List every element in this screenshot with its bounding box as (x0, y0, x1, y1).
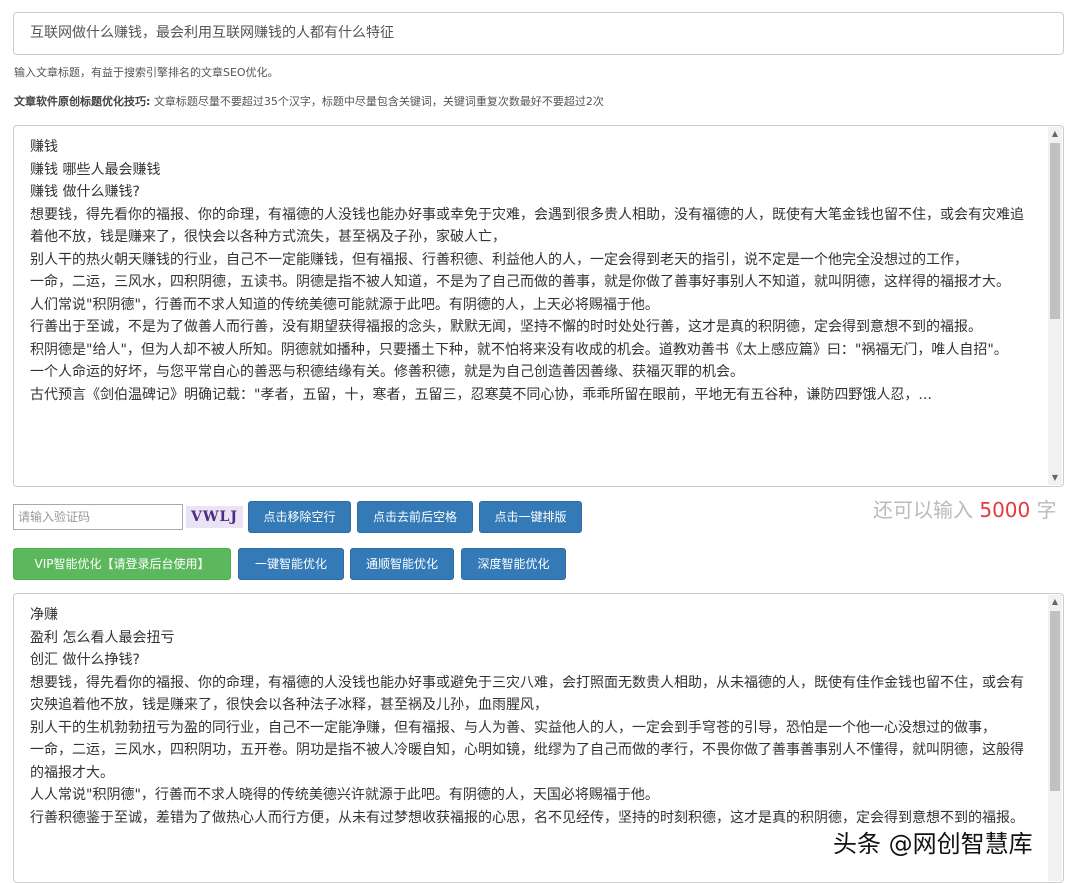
fluent-optimize-button[interactable]: 通顺智能优化 (350, 548, 454, 580)
counter-prefix: 还可以输入 (873, 498, 973, 522)
scroll-up-arrow-icon[interactable]: ▲ (1048, 127, 1062, 141)
text-line: 人人常说"积阴德"，行善而不求人晓得的传统美德兴许就源于此吧。有阴德的人，天国必… (30, 787, 659, 803)
text-line: 赚钱 (30, 139, 58, 155)
source-scrollbar[interactable]: ▲ ▼ (1048, 127, 1062, 485)
char-counter: 还可以输入 5000 字 (873, 494, 1057, 523)
source-textarea[interactable]: 赚钱赚钱 哪些人最会赚钱 赚钱 做什么赚钱? 想要钱，得先看你的福报、你的命理，有福… (13, 125, 1064, 487)
scroll-down-arrow-icon[interactable]: ▼ (1048, 471, 1062, 485)
text-line: 想要钱，得先看你的福报、你的命理，有福德的人没钱也能办好事或幸免于灾难，会遇到很… (30, 206, 1024, 246)
text-line: 净赚 (30, 607, 58, 623)
text-line: 一命，二运，三风水，四积阴功，五开卷。阴功是指不被人冷暖自知，心明如镜，纰缪为了… (30, 742, 1024, 781)
captcha-image[interactable]: VWLJ (186, 506, 243, 528)
result-scrollbar[interactable]: ▲ (1048, 595, 1062, 881)
counter-number: 5000 (979, 498, 1031, 522)
text-line: 行善出于至诚，不是为了做善人而行善，没有期望获得福报的念头，默默无闻，坚持不懈的… (30, 319, 982, 335)
watermark-text: 头条 @网创智慧库 (833, 830, 1033, 858)
text-line: 古代预言《剑伯温碑记》明确记载："孝者，五留，十，寒者，五留三，忍寒莫不同心协，… (30, 386, 932, 403)
one-click-format-button[interactable]: 点击一键排版 (479, 501, 582, 533)
text-line: 别人干的热火朝天赚钱的行业，自己不一定能赚钱，但有福报、行善积德、利益他人的人，… (30, 251, 968, 268)
trim-spaces-button[interactable]: 点击去前后空格 (357, 501, 473, 533)
remove-empty-lines-button[interactable]: 点击移除空行 (248, 501, 351, 533)
text-line: 想要钱，得先看你的福报、你的命理，有福德的人没钱也能办好事或避免于三灾八难，会打… (30, 674, 1024, 714)
deep-optimize-button[interactable]: 深度智能优化 (461, 548, 566, 580)
scroll-up-arrow-icon[interactable]: ▲ (1048, 595, 1062, 609)
text-line: 一命，二运，三风水，四积阴德，五读书。阴德是指不被人知道，不是为了自己而做的善事… (30, 274, 1010, 290)
one-click-optimize-button[interactable]: 一键智能优化 (238, 548, 344, 580)
vip-optimize-button[interactable]: VIP智能优化【请登录后台使用】 (13, 548, 231, 580)
title-hint: 输入文章标题，有益于搜索引擎排名的文章SEO优化。 (14, 66, 279, 79)
title-tip: 文章软件原创标题优化技巧: 文章标题尽量不要超过35个汉字，标题中尽量包含关键词… (14, 93, 604, 109)
text-line: 别人干的生机勃勃扭亏为盈的同行业，自己不一定能净赚，但有福报、与人为善、实益他人… (30, 719, 996, 736)
text-line: 赚钱 哪些人最会赚钱 (30, 161, 161, 178)
result-text-content: 净赚盈利 怎么看人最会扭亏 创汇 做什么挣钱? 想要钱，得先看你的福报、你的命理，有… (30, 604, 1031, 829)
text-line: 人们常说"积阴德"，行善而不求人知道的传统美德可能就源于此吧。有阴德的人，上天必… (30, 296, 659, 313)
tip-label: 文章软件原创标题优化技巧: (14, 95, 151, 108)
text-line: 创汇 做什么挣钱? (30, 652, 140, 668)
article-title-input[interactable]: 互联网做什么赚钱，最会利用互联网赚钱的人都有什么特征 (13, 12, 1064, 55)
text-line: 一个人命运的好坏，与您平常自心的善恶与积德结缘有关。修善积德，就是为自己创造善因… (30, 364, 744, 380)
captcha-input[interactable]: 请输入验证码 (13, 504, 183, 530)
scroll-thumb[interactable] (1050, 143, 1060, 319)
counter-suffix: 字 (1036, 498, 1057, 522)
source-text-content: 赚钱赚钱 哪些人最会赚钱 赚钱 做什么赚钱? 想要钱，得先看你的福报、你的命理，有福… (30, 136, 1031, 406)
tip-text: 文章标题尽量不要超过35个汉字，标题中尽量包含关键词，关键词重复次数最好不要超过… (153, 95, 604, 108)
scroll-thumb[interactable] (1050, 611, 1060, 791)
text-line: 积阴德是"给人"，但为人却不被人所知。阴德就如播种，只要播土下种，就不怕将来没有… (30, 341, 1008, 358)
text-line: 赚钱 做什么赚钱? (30, 184, 140, 200)
text-line: 盈利 怎么看人最会扭亏 (30, 629, 175, 646)
